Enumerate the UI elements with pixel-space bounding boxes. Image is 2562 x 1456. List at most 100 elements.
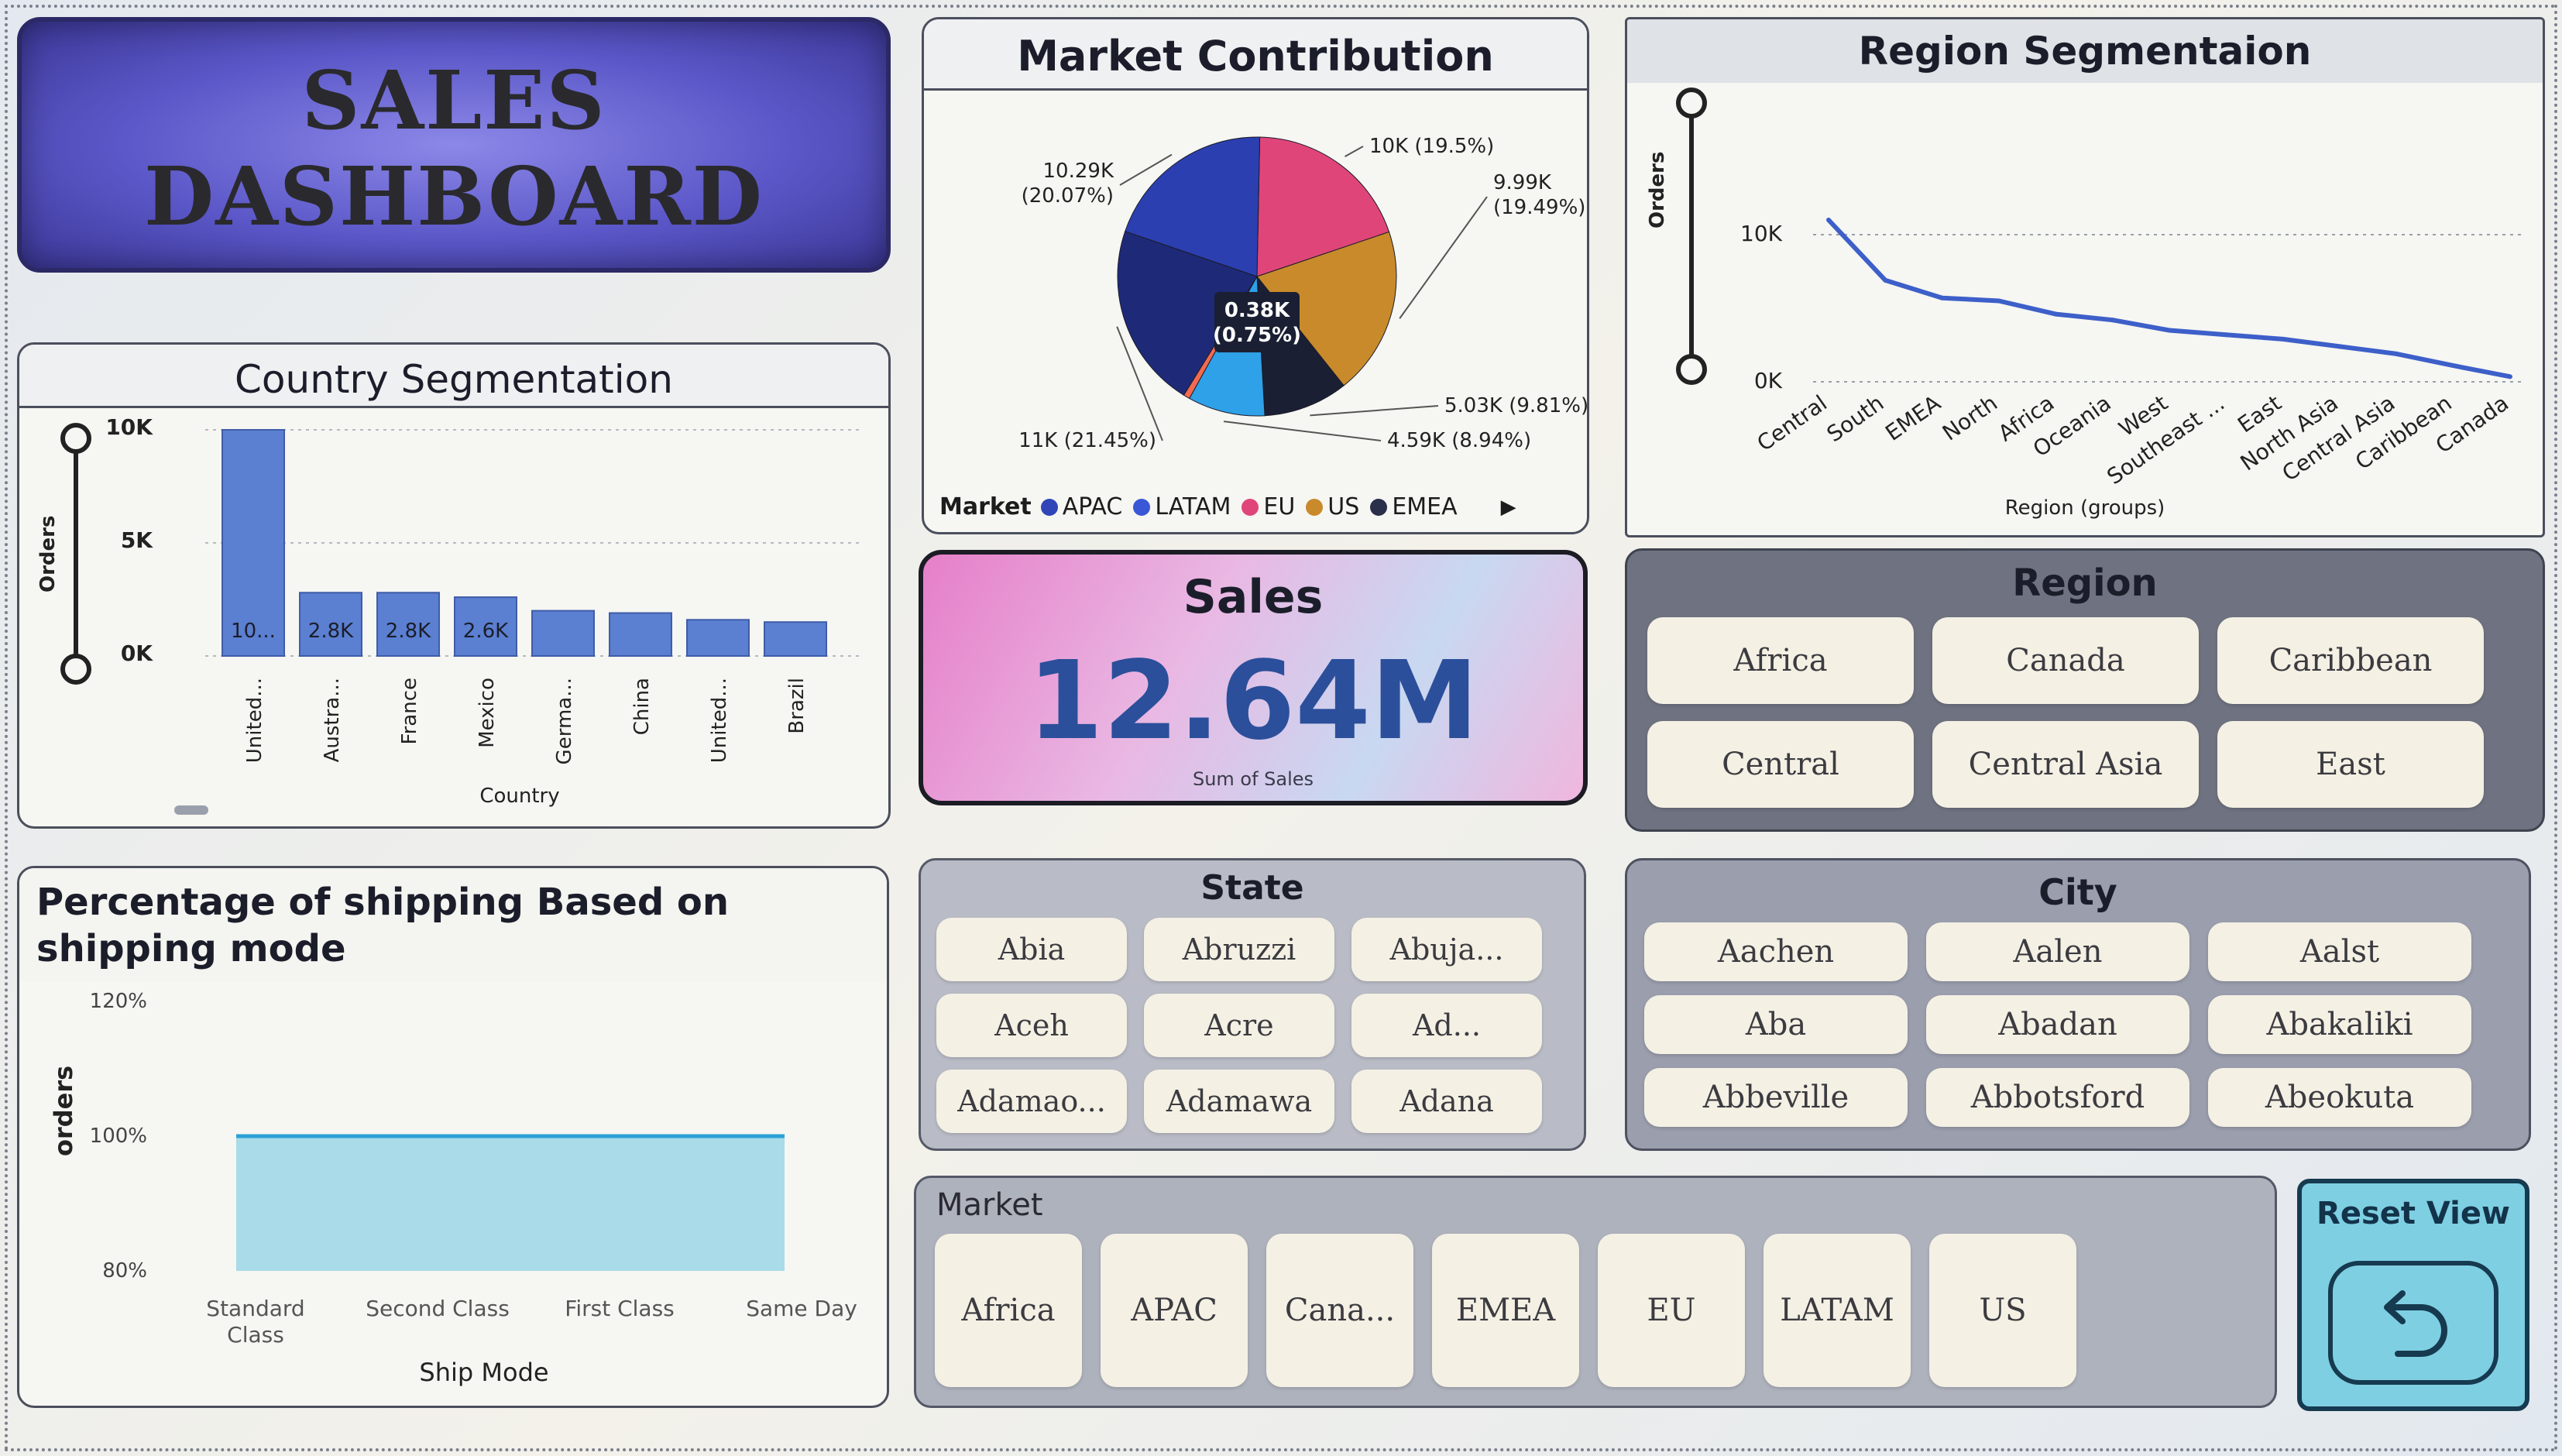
shipping-x-axis-label: Ship Mode xyxy=(419,1358,549,1387)
country-bar[interactable] xyxy=(609,612,672,657)
state-slicer-item[interactable]: Abruzzi xyxy=(1144,918,1334,981)
market-legend-items: APAC LATAM EU US EMEA xyxy=(1040,493,1458,520)
legend-dot-icon xyxy=(1242,498,1259,516)
market-slicer-item[interactable]: LATAM xyxy=(1764,1234,1911,1387)
shipping-area-svg[interactable]: 120% 100% 80% StandardClass Second Class Firs… xyxy=(19,868,889,1408)
city-slicer-item[interactable]: Aalen xyxy=(1926,922,2189,981)
state-slicer[interactable]: State Abia Abruzzi Abuja... Aceh Acre Ad... Ad… xyxy=(919,858,1586,1151)
region-data-point[interactable] xyxy=(2450,363,2456,369)
country-scrollbar[interactable] xyxy=(174,805,208,815)
dashboard-title-panel: SALES DASHBOARD xyxy=(17,17,891,273)
pie-data-label: (20.07%) xyxy=(1022,184,1114,208)
legend-item[interactable]: US xyxy=(1306,493,1359,520)
region-data-point[interactable] xyxy=(1997,298,2001,304)
market-pie-svg[interactable]: 10K (19.5%) 9.99K(19.49%) 5.03K (9.81%) 4.5… xyxy=(924,91,1589,534)
y-tick-label: 10K xyxy=(105,414,153,440)
pie-data-label: 10K (19.5%) xyxy=(1369,135,1494,158)
pie-leader-line xyxy=(1223,421,1382,441)
region-line-svg[interactable]: 10K0KCentralSouthEMEANorthAfricaOceaniaW… xyxy=(1627,19,2545,537)
city-slicer-item[interactable]: Abakaliki xyxy=(2208,995,2471,1054)
legend-item[interactable]: LATAM xyxy=(1133,493,1231,520)
region-data-point[interactable] xyxy=(1939,295,1945,300)
x-tick-label: France xyxy=(398,678,421,744)
state-slicer-item[interactable]: Adamao... xyxy=(936,1070,1127,1133)
region-data-point[interactable] xyxy=(2224,332,2229,338)
y-tick-label: 80% xyxy=(102,1259,147,1283)
region-data-point[interactable] xyxy=(2280,336,2286,342)
legend-item[interactable]: EMEA xyxy=(1370,493,1458,520)
region-slicer-item[interactable]: Central xyxy=(1647,721,1914,808)
y-tick-label: 120% xyxy=(90,990,147,1013)
region-slicer[interactable]: Region Africa Canada Caribbean Central Centr… xyxy=(1625,548,2545,832)
city-slicer-item[interactable]: Abadan xyxy=(1926,995,2189,1054)
market-slicer-item[interactable]: APAC xyxy=(1101,1234,1248,1387)
region-data-point[interactable] xyxy=(2167,328,2172,333)
region-data-point[interactable] xyxy=(2110,318,2115,323)
legend-item[interactable]: EU xyxy=(1242,493,1295,520)
market-slicer-item[interactable]: Africa xyxy=(935,1234,1082,1387)
pie-leader-line xyxy=(1345,146,1364,158)
market-legend-title: Market xyxy=(939,493,1032,520)
region-slicer-item[interactable]: Canada xyxy=(1932,617,2199,704)
city-slicer[interactable]: City Aachen Aalen Aalst Aba Abadan Abakaliki A… xyxy=(1625,858,2531,1151)
market-slicer-item[interactable]: US xyxy=(1929,1234,2076,1387)
city-slicer-item[interactable]: Aalst xyxy=(2208,922,2471,981)
region-data-point[interactable] xyxy=(2053,311,2059,317)
state-slicer-item[interactable]: Abia xyxy=(936,918,1127,981)
region-slicer-item[interactable]: Africa xyxy=(1647,617,1914,704)
legend-dot-icon xyxy=(1370,498,1388,516)
market-contribution-chart[interactable]: Market Contribution 10K (19.5%) 9.99K (19.… xyxy=(922,17,1589,534)
state-slicer-item[interactable]: Adamawa xyxy=(1144,1070,1334,1133)
market-slicer-item[interactable]: EMEA xyxy=(1432,1234,1579,1387)
state-slicer-item[interactable]: Adana xyxy=(1351,1070,1542,1133)
market-contribution-title: Market Contribution xyxy=(1017,32,1494,81)
market-slicer[interactable]: Market Africa APAC Cana... EMEA EU LATAM US xyxy=(914,1176,2277,1408)
region-slicer-item[interactable]: Caribbean xyxy=(2217,617,2484,704)
x-tick-label: Second Class xyxy=(366,1296,510,1321)
market-slicer-item[interactable]: Cana... xyxy=(1266,1234,1413,1387)
region-slicer-item[interactable]: Central Asia xyxy=(1932,721,2199,808)
x-tick-label: United... xyxy=(708,678,731,763)
state-slicer-item[interactable]: Acre xyxy=(1144,994,1334,1057)
country-bar[interactable] xyxy=(764,621,827,658)
region-data-point[interactable] xyxy=(1826,218,1831,222)
state-slicer-item[interactable]: Ad... xyxy=(1351,994,1542,1057)
city-slicer-item[interactable]: Aba xyxy=(1644,995,1908,1054)
legend-item[interactable]: APAC xyxy=(1040,493,1122,520)
state-slicer-item[interactable]: Aceh xyxy=(936,994,1127,1057)
reset-view-button[interactable]: Reset View xyxy=(2297,1179,2529,1411)
pie-data-label: (19.49%) xyxy=(1493,196,1585,219)
bar-data-label: 2.8K xyxy=(308,620,354,643)
city-slicer-item[interactable]: Abeokuta xyxy=(2208,1068,2471,1127)
region-data-point[interactable] xyxy=(2508,374,2512,379)
country-bar[interactable] xyxy=(531,610,595,658)
region-data-point[interactable] xyxy=(2337,344,2342,349)
shipping-area[interactable] xyxy=(236,1136,785,1271)
region-data-point[interactable] xyxy=(1883,277,1888,283)
state-slicer-item[interactable]: Abuja... xyxy=(1351,918,1542,981)
region-series-line[interactable] xyxy=(1826,218,2511,379)
x-tick-label: Class xyxy=(227,1322,284,1348)
market-legend: Market APAC LATAM EU US EMEA ▶ xyxy=(939,493,1516,520)
city-slicer-item[interactable]: Abbeville xyxy=(1644,1068,1908,1127)
bar-data-label: 2.6K xyxy=(463,620,509,643)
sales-kpi-card: Sales 12.64M Sum of Sales xyxy=(919,550,1588,805)
reset-view-icon-frame[interactable] xyxy=(2328,1261,2498,1385)
x-tick-label: Brazil xyxy=(785,678,809,734)
region-data-point[interactable] xyxy=(2394,351,2399,356)
country-bar[interactable] xyxy=(686,619,750,657)
country-bar-svg[interactable]: 10K 5K 0K 10... United... 2.8K Austra... 2.8K Fr… xyxy=(19,345,891,829)
city-slicer-item[interactable]: Aachen xyxy=(1644,922,1908,981)
x-tick-label: United... xyxy=(243,678,266,763)
reset-view-label: Reset View xyxy=(2316,1196,2510,1231)
country-segmentation-chart[interactable]: Country Segmentation Orders 10K 5K 0K 10...… xyxy=(17,342,891,829)
region-slicer-item[interactable]: East xyxy=(2217,721,2484,808)
sales-card-title: Sales xyxy=(1183,570,1324,624)
city-slicer-item[interactable]: Abbotsford xyxy=(1926,1068,2189,1127)
legend-dot-icon xyxy=(1133,498,1151,516)
country-x-axis-label: Country xyxy=(479,785,560,808)
region-segmentation-chart[interactable]: Region Segmentaion Orders 10K 0K Central So… xyxy=(1625,17,2545,537)
shipping-mode-chart[interactable]: Percentage of shipping Based on shipping… xyxy=(17,866,889,1408)
legend-next-icon[interactable]: ▶ xyxy=(1501,496,1516,519)
market-slicer-item[interactable]: EU xyxy=(1598,1234,1745,1387)
